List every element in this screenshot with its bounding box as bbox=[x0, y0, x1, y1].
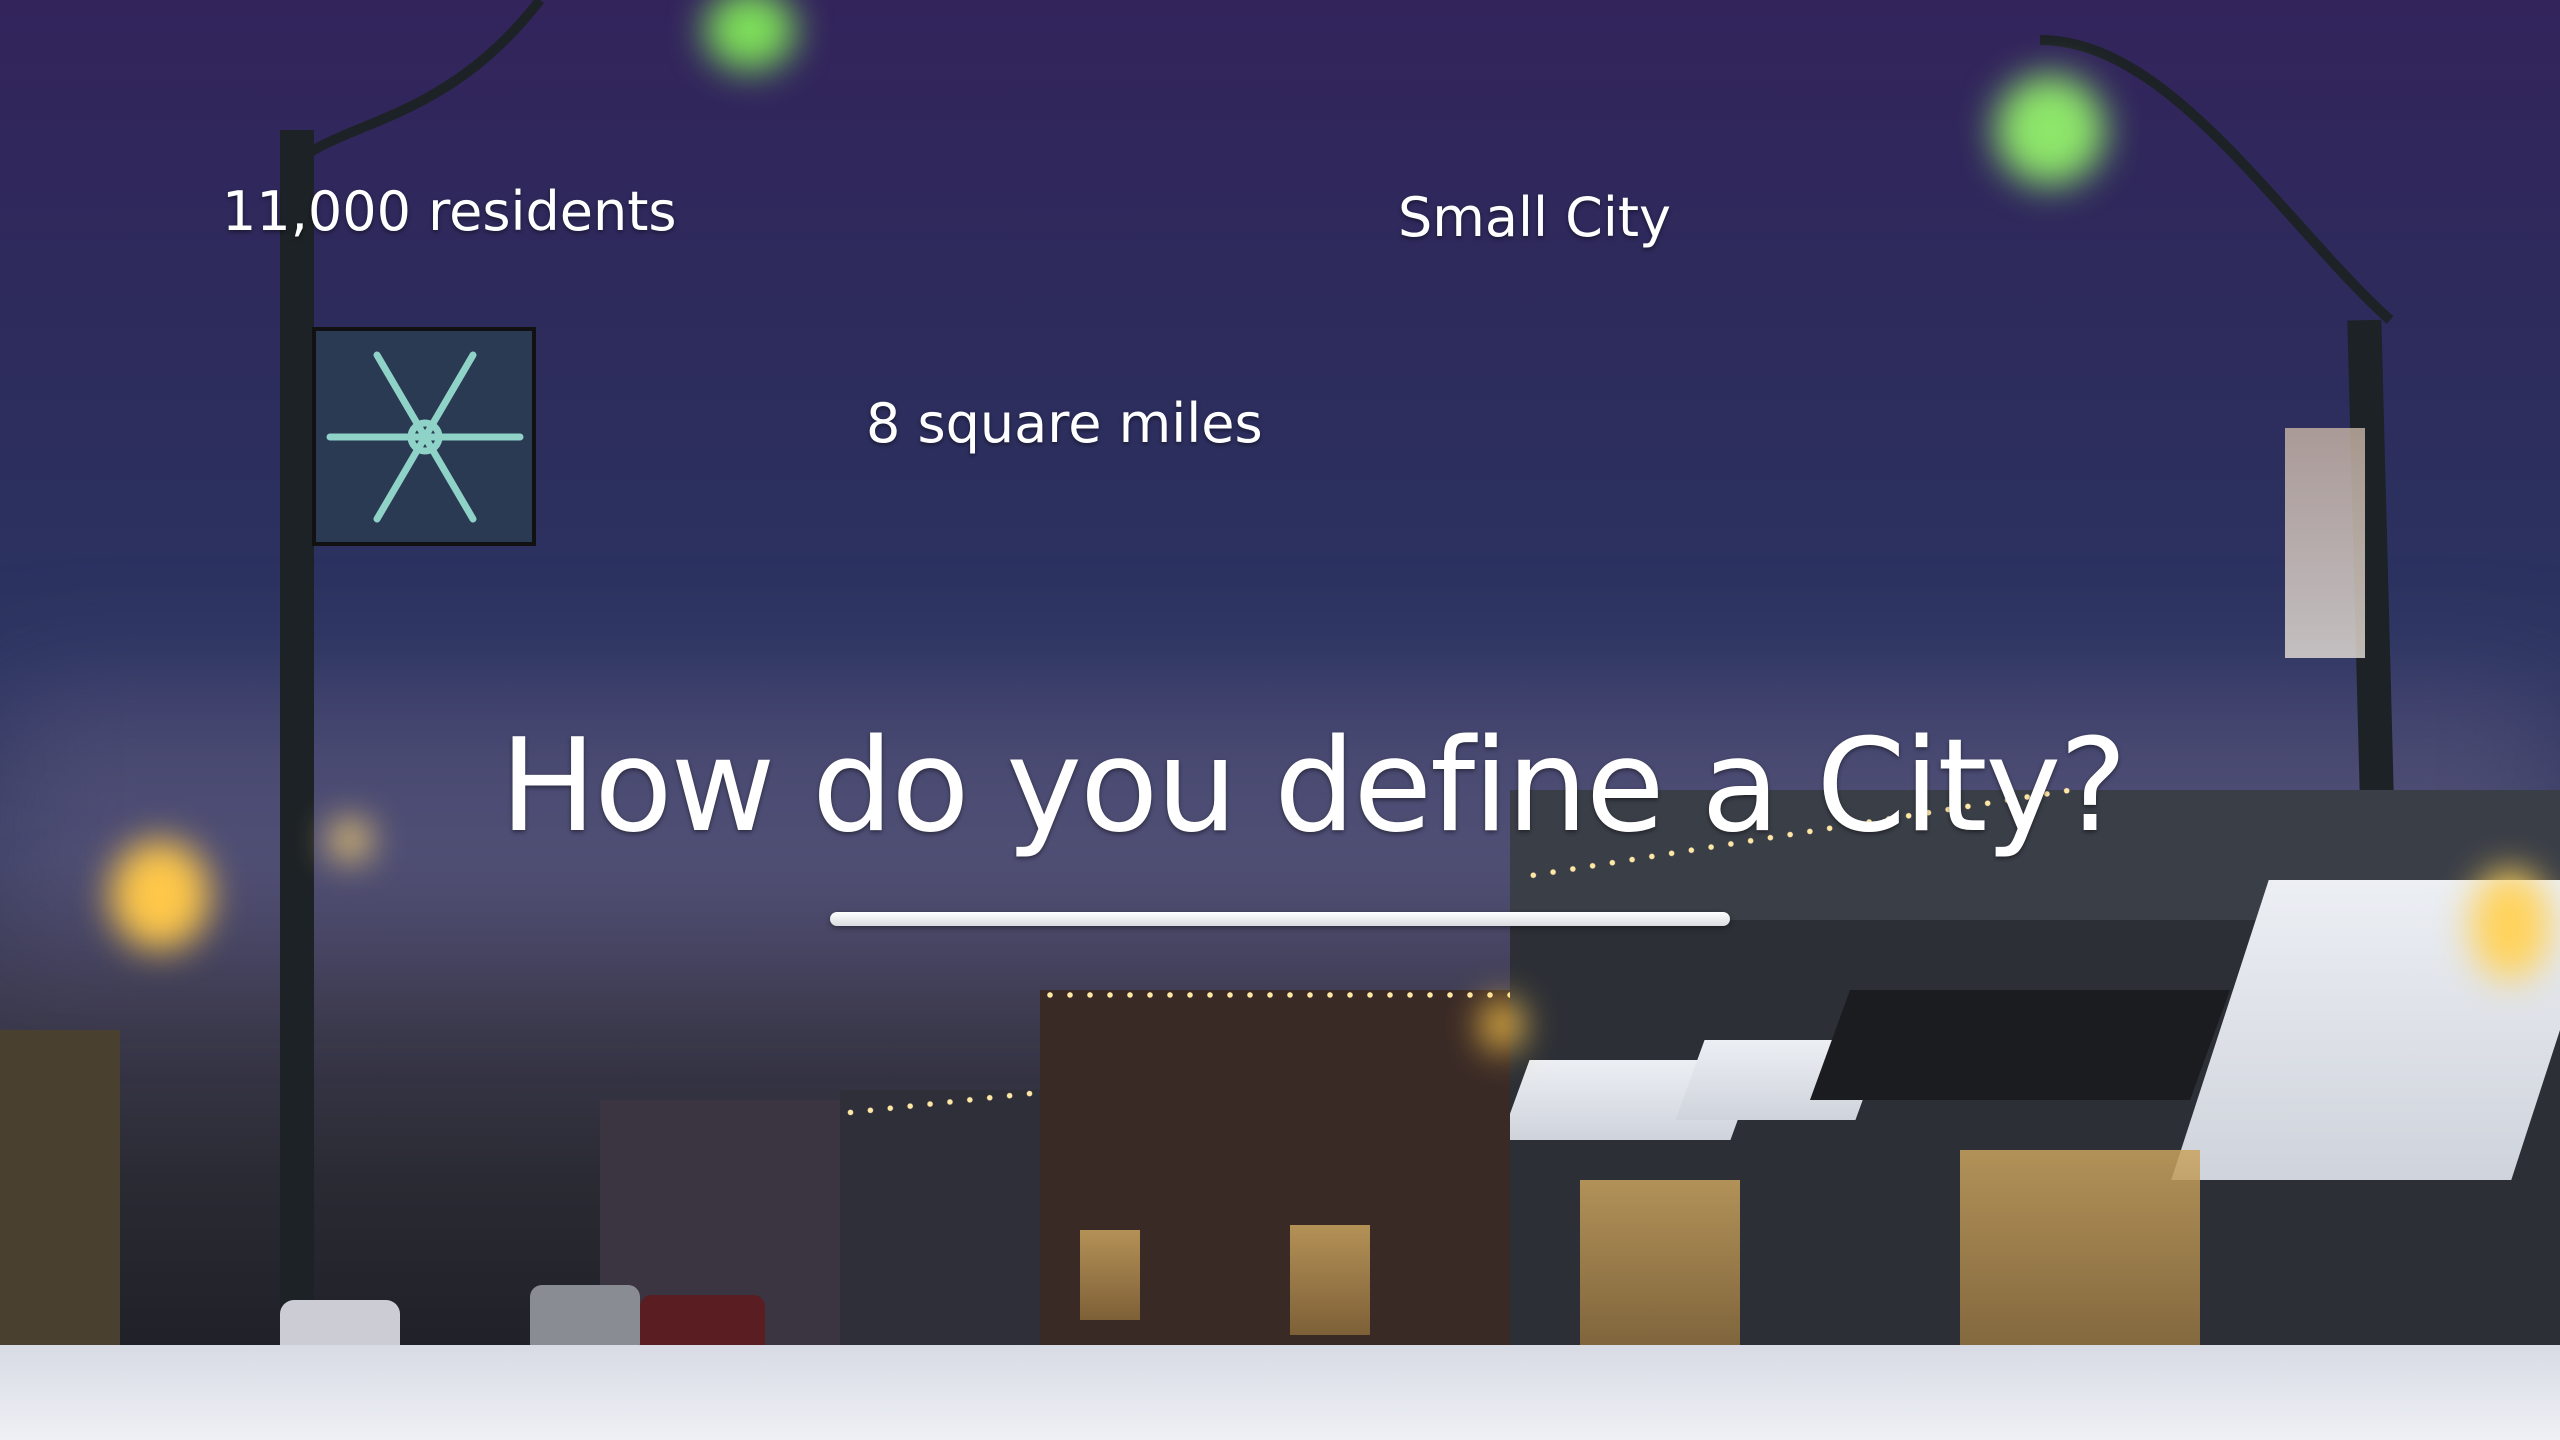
right-green-lamp-glow bbox=[1995, 75, 2105, 185]
snowy-street bbox=[0, 1345, 2560, 1440]
left-lamp-arm bbox=[286, 0, 544, 174]
title-underline bbox=[830, 912, 1730, 926]
amber-lamp-center bbox=[1482, 1000, 1522, 1050]
callout-small-city: Small City bbox=[1398, 186, 1671, 249]
right-lamp-arm bbox=[2039, 35, 2394, 324]
string-lights-center bbox=[1040, 992, 1510, 998]
presentation-slide: 11,000 residents Small City 8 square mil… bbox=[0, 0, 2560, 1440]
shop-window-3 bbox=[1290, 1225, 1370, 1335]
snowflake-icon bbox=[312, 327, 536, 546]
pole-banner bbox=[2285, 428, 2365, 658]
left-lamp-pole bbox=[280, 130, 314, 1440]
slide-title: How do you define a City? bbox=[500, 712, 2127, 861]
left-building bbox=[0, 1030, 120, 1370]
awning-3 bbox=[1809, 990, 2231, 1100]
amber-lamp-right bbox=[2470, 870, 2550, 980]
callout-square-miles: 8 square miles bbox=[866, 392, 1263, 455]
left-green-lamp-glow bbox=[705, 0, 795, 70]
amber-lamp-2 bbox=[330, 820, 370, 860]
callout-residents: 11,000 residents bbox=[222, 180, 677, 243]
shop-window-4 bbox=[1080, 1230, 1140, 1320]
small-building bbox=[840, 1090, 1040, 1370]
amber-lamp-left bbox=[110, 840, 210, 950]
shop-window-1 bbox=[1580, 1180, 1740, 1360]
